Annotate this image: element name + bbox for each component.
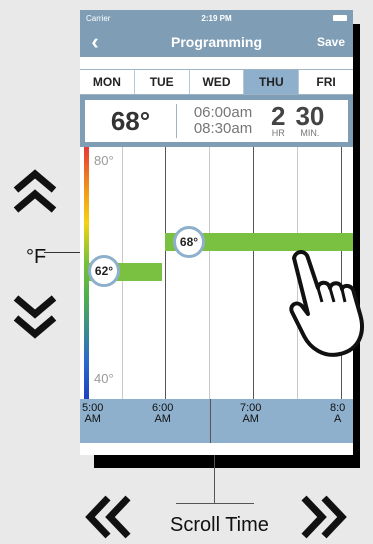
duration-minutes: 30 MIN. [295,101,325,138]
time-range: 06:00am 08:30am [177,105,269,137]
phone-screen: Carrier 2:19 PM ‹ Programming Save MON T… [80,10,353,455]
y-top-label: 80° [94,153,114,168]
end-time: 08:30am [193,120,253,137]
time-label-800: 8:0 A [330,402,346,425]
time-tick [210,399,211,443]
duration: 2 HR 30 MIN. [271,101,325,138]
unit-label: °F [26,246,47,268]
hours-value: 2 [271,101,286,131]
time-label-700: 7:00 AM [240,402,262,425]
y-bottom-label: 40° [94,371,114,386]
start-time: 06:00am [193,104,253,121]
status-bar: Carrier 2:19 PM [80,10,353,26]
duration-hours: 2 HR [271,101,286,138]
minutes-value: 30 [295,101,325,131]
tab-mon[interactable]: MON [80,70,135,94]
page-title: Programming [170,33,262,50]
scroll-time-label: Scroll Time [170,514,269,536]
temperature-down-icon[interactable] [10,290,60,340]
temperature-up-icon[interactable] [10,168,60,218]
time-axis[interactable]: 5:00 AM 6:00 AM 7:00 AM 8:0 A [80,399,353,443]
tab-wed[interactable]: WED [190,70,245,94]
status-time: 2:19 PM [201,13,232,23]
save-button[interactable]: Save [317,35,345,49]
hours-label: HR [271,128,285,138]
hand-pointer-icon [284,248,373,363]
grid-line-major [253,147,254,399]
setpoint-badge-62[interactable]: 62° [88,255,120,287]
tab-thu[interactable]: THU [244,70,300,94]
scroll-left-icon[interactable] [82,492,136,542]
setpoint-temperature: 68° [85,104,177,138]
setpoint-badge-68[interactable]: 68° [173,226,205,258]
grid-line-major [165,147,166,399]
schedule-info-bar: 68° 06:00am 08:30am 2 HR 30 MIN. [80,95,353,147]
schedule-info-box: 68° 06:00am 08:30am 2 HR 30 MIN. [85,100,348,142]
nav-bar: ‹ Programming Save [80,26,353,57]
time-label-600: 6:00 AM [152,402,174,425]
tab-tue[interactable]: TUE [135,70,190,94]
scroll-right-icon[interactable] [296,492,350,542]
grid-line [209,147,210,399]
scroll-pointer-line [214,455,215,503]
day-tabs: MON TUE WED THU FRI [80,69,353,95]
tab-fri[interactable]: FRI [299,70,353,94]
scroll-pointer-line [176,503,254,504]
time-label-500: 5:00 AM [82,402,104,425]
